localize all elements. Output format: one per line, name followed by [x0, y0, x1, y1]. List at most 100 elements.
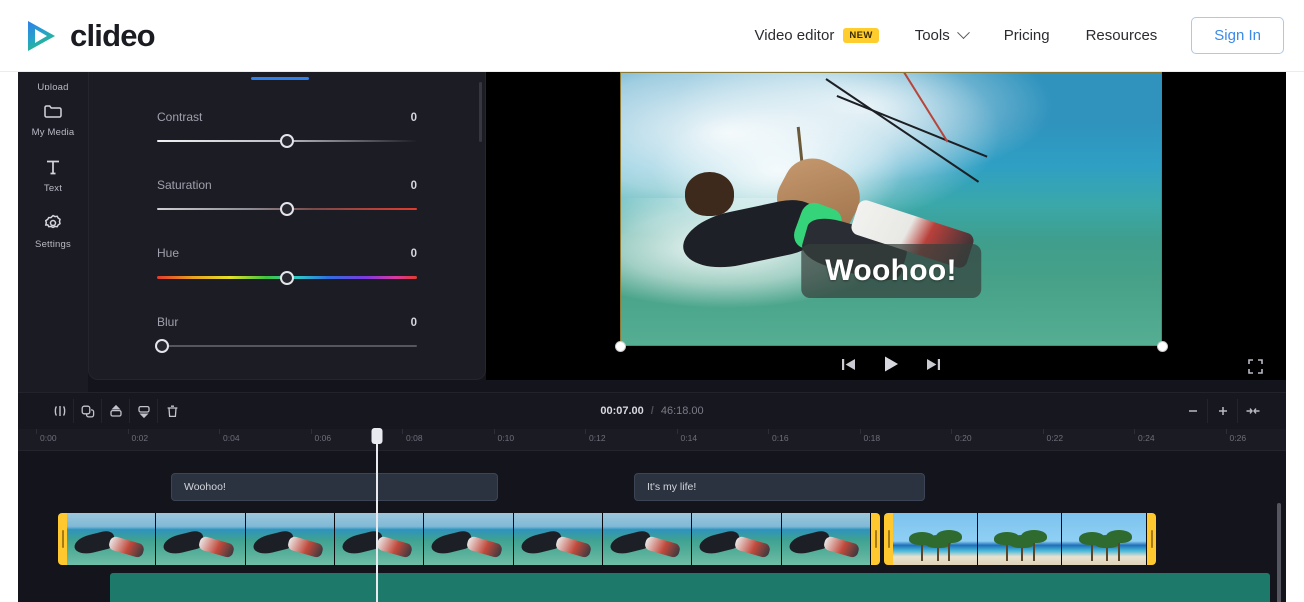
slider-value: 0 — [410, 248, 417, 260]
sidebar-item-text[interactable]: Text — [18, 146, 88, 202]
sidebar-item-my-media[interactable]: My Media — [18, 90, 88, 146]
video-preview-area: Woohoo! — [486, 72, 1286, 380]
kitesurf-thumbnail — [67, 513, 156, 565]
text-clip-label: It's my life! — [647, 481, 697, 493]
clip-trim-handle-right[interactable] — [871, 513, 880, 565]
folder-icon — [43, 100, 63, 122]
slider-knob-contrast[interactable] — [280, 134, 294, 148]
skip-forward-icon[interactable] — [925, 356, 942, 373]
panel-tabbar — [89, 72, 485, 81]
ruler-tick-mark — [127, 429, 129, 434]
skip-back-icon[interactable] — [840, 356, 857, 373]
ruler-tick-mark — [859, 429, 861, 434]
nav-item-tools[interactable]: Tools — [897, 16, 986, 56]
video-track — [18, 513, 1286, 565]
ruler-tick-label: 0:06 — [314, 433, 332, 443]
trash-icon[interactable] — [158, 399, 186, 423]
panel-scrollbar[interactable] — [479, 82, 482, 142]
fullscreen-icon[interactable] — [1247, 358, 1264, 380]
kitesurf-thumbnail — [245, 513, 334, 565]
duplicate-icon[interactable] — [74, 399, 102, 423]
text-icon — [43, 156, 63, 178]
text-track: Woohoo! It's my life! — [18, 473, 1286, 503]
ruler-tick-mark — [219, 429, 220, 434]
nav-item-pricing[interactable]: Pricing — [986, 16, 1068, 56]
total-time: 46:18.00 — [660, 405, 704, 417]
palm-trunk — [1006, 544, 1009, 561]
ruler-tick-label: 0:02 — [131, 433, 149, 443]
slider-track-contrast[interactable] — [157, 134, 417, 148]
nav-label: Resources — [1085, 27, 1158, 44]
slider-track-saturation[interactable] — [157, 202, 417, 216]
minus-icon[interactable] — [1178, 399, 1208, 423]
palm-clip[interactable] — [884, 513, 1156, 565]
clip-trim-handle-left[interactable] — [58, 513, 67, 565]
sidebar-item-upload[interactable]: Upload — [18, 72, 88, 90]
slider-list: Contrast 0 Saturation 0 Hue 0 Blur 0 — [89, 72, 485, 353]
timeline-tracks: Woohoo! It's my life! — [18, 451, 1286, 602]
sidebar-item-label: Settings — [35, 239, 71, 250]
nav-item-video-editor[interactable]: Video editor NEW — [737, 16, 897, 56]
kitesurf-thumbnail — [156, 513, 245, 565]
kitesurf-thumbnail — [781, 513, 870, 565]
slider-knob-hue[interactable] — [280, 270, 294, 285]
timeline-zoom-controls — [1178, 399, 1268, 423]
timecode-display: 00:07.00 / 46:18.00 — [600, 405, 703, 417]
resize-handle-bottom-right[interactable] — [1157, 341, 1168, 352]
clip-thumbnail — [513, 513, 603, 565]
resize-handle-bottom-left[interactable] — [615, 341, 626, 352]
slider-track-hue[interactable] — [157, 270, 417, 285]
panel-active-tab-indicator[interactable] — [251, 77, 309, 80]
palm-trunk — [921, 544, 924, 561]
palm-trunk — [1090, 544, 1093, 561]
nav-label: Pricing — [1003, 27, 1050, 44]
timeline-ruler[interactable]: 0:00 0:02 0:04 0:06 0:08 0:10 0:12 0:14 0:16 0:18… — [18, 429, 1286, 451]
playhead-grip[interactable] — [371, 428, 383, 444]
crop-up-icon[interactable] — [102, 399, 130, 423]
audio-track — [18, 573, 1286, 602]
kitesurf-thumbnail — [692, 513, 781, 565]
caption-text: Woohoo! — [825, 254, 957, 288]
clip-thumbnail — [977, 513, 1063, 565]
brand-logo-link[interactable]: clideo — [22, 17, 156, 55]
palm-fronds — [1105, 530, 1132, 543]
playhead[interactable] — [371, 428, 383, 602]
chevron-down-icon — [956, 26, 970, 40]
caption-overlay[interactable]: Woohoo! — [801, 244, 981, 299]
video-canvas[interactable]: Woohoo! — [620, 72, 1162, 346]
plus-icon[interactable] — [1208, 399, 1238, 423]
slider-label: Hue — [157, 246, 180, 260]
audio-clip[interactable] — [110, 573, 1270, 602]
main-nav: Video editor NEW Tools Pricing Resources… — [737, 16, 1304, 56]
fit-icon[interactable] — [1238, 399, 1268, 423]
nav-item-resources[interactable]: Resources — [1068, 16, 1176, 56]
clip-thumbnail-strip — [67, 513, 871, 565]
nav-label: Video editor — [754, 27, 835, 44]
clip-trim-handle-left[interactable] — [884, 513, 893, 565]
ruler-tick-label: 0:24 — [1138, 433, 1155, 443]
slider-track-blur[interactable] — [155, 339, 417, 353]
clip-thumbnail — [1062, 513, 1147, 565]
slider-value: 0 — [410, 112, 417, 124]
text-clip[interactable]: Woohoo! — [171, 473, 498, 501]
kitesurf-thumbnail — [513, 513, 602, 565]
ruler-tick-label: 0:20 — [955, 433, 972, 443]
clip-trim-handle-right[interactable] — [1147, 513, 1156, 565]
sidebar-item-label: My Media — [31, 127, 75, 138]
crop-down-icon[interactable] — [130, 399, 158, 423]
playback-controls — [620, 354, 1162, 374]
play-icon[interactable] — [881, 354, 901, 374]
text-clip[interactable]: It's my life! — [634, 473, 925, 501]
sign-in-button[interactable]: Sign In — [1191, 17, 1284, 54]
kitesurf-clip[interactable] — [58, 513, 880, 565]
clip-thumbnail — [156, 513, 246, 565]
clip-thumbnail-strip — [893, 513, 1147, 565]
slider-knob-blur[interactable] — [155, 339, 170, 353]
split-icon[interactable] — [46, 399, 74, 423]
sidebar-item-settings[interactable]: Settings — [18, 202, 88, 258]
slider-knob-saturation[interactable] — [280, 202, 294, 216]
ruler-tick-mark — [951, 429, 952, 434]
timeline-vertical-scrollbar[interactable] — [1277, 503, 1281, 602]
kitesurf-thumbnail — [602, 513, 692, 565]
clip-tools — [46, 399, 186, 423]
